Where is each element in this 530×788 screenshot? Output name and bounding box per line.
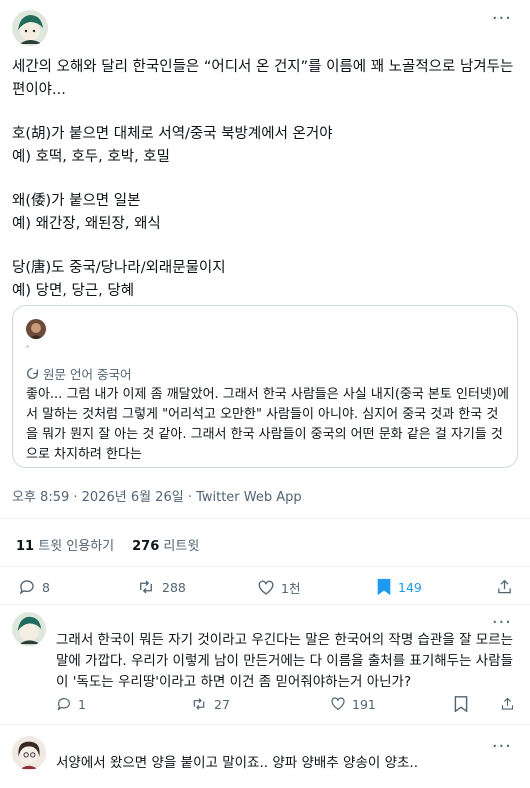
bookmark-count: 149 [398, 579, 422, 595]
reply-text: 그래서 한국이 뭐든 자기 것이라고 우긴다는 말은 한국어의 작명 습관을 잘… [56, 632, 514, 690]
reply-count: 8 [42, 579, 50, 595]
heart-icon [258, 580, 274, 595]
author-avatar[interactable] [12, 10, 48, 46]
translation-notice[interactable]: 원문 언어 중국어 [26, 364, 131, 383]
quoted-tweet-card[interactable]: 원문 언어 중국어 좋아... 그럼 내가 이제 좀 깨달았어. 그래서 한국 … [12, 305, 518, 468]
retweet-count: 27 [214, 696, 230, 712]
divider [0, 518, 530, 519]
like-button[interactable]: 1천 [257, 578, 300, 597]
retweet-button[interactable]: 288 [136, 578, 186, 596]
reply-icon [57, 698, 70, 711]
reply-avatar-illustration [12, 612, 46, 646]
share-icon [501, 697, 514, 710]
bookmark-button[interactable] [454, 696, 468, 712]
tweet-stats: 11 트윗 인용하기 276 리트윗 [16, 535, 199, 554]
quoted-author-avatar[interactable] [26, 319, 46, 339]
reply-text: 서양에서 왔으면 양을 붙이고 말이죠.. 양파 양배추 양송이 양초.. [56, 755, 418, 771]
like-count: 1천 [281, 581, 301, 596]
quote-tweets-stat[interactable]: 11 트윗 인용하기 [16, 535, 114, 554]
retweet-count: 276 [132, 539, 160, 554]
quoted-separator-dot [26, 345, 29, 348]
retweets-stat[interactable]: 276 리트윗 [132, 535, 199, 554]
tweet-paragraph: 예) 호떡, 호두, 호박, 호밀 [12, 149, 170, 165]
bookmark-icon [454, 696, 468, 712]
bookmark-filled-icon [377, 578, 391, 596]
heart-icon [331, 697, 345, 711]
reply-button[interactable]: 1 [56, 696, 86, 712]
tweet-paragraph: 예) 왜간장, 왜된장, 왜식 [12, 216, 161, 232]
retweet-button[interactable]: 27 [190, 696, 230, 712]
bookmark-button[interactable]: 149 [376, 578, 422, 596]
reply-avatar-illustration [12, 736, 46, 770]
tweet-paragraph: 예) 당면, 당근, 당혜 [12, 283, 135, 299]
reply-button[interactable]: 8 [18, 578, 50, 596]
more-options-icon[interactable]: ··· [492, 10, 512, 28]
tweet-paragraph: 당(唐)도 중국/당나라/외래문물이지 [12, 260, 226, 276]
reply-author-avatar[interactable] [12, 612, 46, 646]
more-options-icon[interactable]: ··· [492, 614, 512, 632]
more-options-icon[interactable]: ··· [492, 738, 512, 756]
quoted-avatar-illustration [26, 319, 46, 339]
share-icon [498, 579, 511, 594]
retweet-label: 리트윗 [163, 539, 200, 554]
tweet-timestamp[interactable]: 오후 8:59 · 2026년 6월 26일 · Twitter Web App [12, 486, 302, 505]
tweet-paragraph: 왜(倭)가 붙으면 일본 [12, 193, 141, 209]
divider [0, 724, 530, 725]
share-button[interactable] [496, 578, 513, 596]
retweet-count: 288 [162, 579, 186, 595]
reply-count: 1 [78, 696, 86, 712]
reply-author-avatar[interactable] [12, 736, 46, 770]
quoted-tweet-text: 좋아... 그럼 내가 이제 좀 깨달았어. 그래서 한국 사람들은 사실 내지… [26, 387, 509, 462]
retweet-icon [193, 698, 205, 710]
avatar-illustration [12, 10, 48, 46]
tweet-paragraph: 세간의 오해와 달리 한국인들은 “어디서 온 건지”를 이름에 꽤 노골적으로… [12, 59, 514, 98]
tweet-paragraph: 호(胡)가 붙으면 대체로 서역/중국 북방계에서 온거야 [12, 126, 333, 142]
like-count: 191 [352, 696, 376, 712]
reply-icon [19, 580, 34, 595]
quote-label: 트윗 인용하기 [38, 539, 115, 554]
retweet-icon [140, 580, 152, 594]
divider [0, 566, 530, 567]
translation-label: 원문 언어 중국어 [43, 367, 132, 382]
share-button[interactable] [500, 696, 515, 712]
tweet-body: 세간의 오해와 달리 한국인들은 “어디서 온 건지”를 이름에 꽤 노골적으로… [12, 56, 518, 303]
like-button[interactable]: 191 [330, 696, 376, 712]
translate-icon [27, 367, 39, 379]
divider [0, 604, 530, 605]
quote-count: 11 [16, 539, 35, 554]
